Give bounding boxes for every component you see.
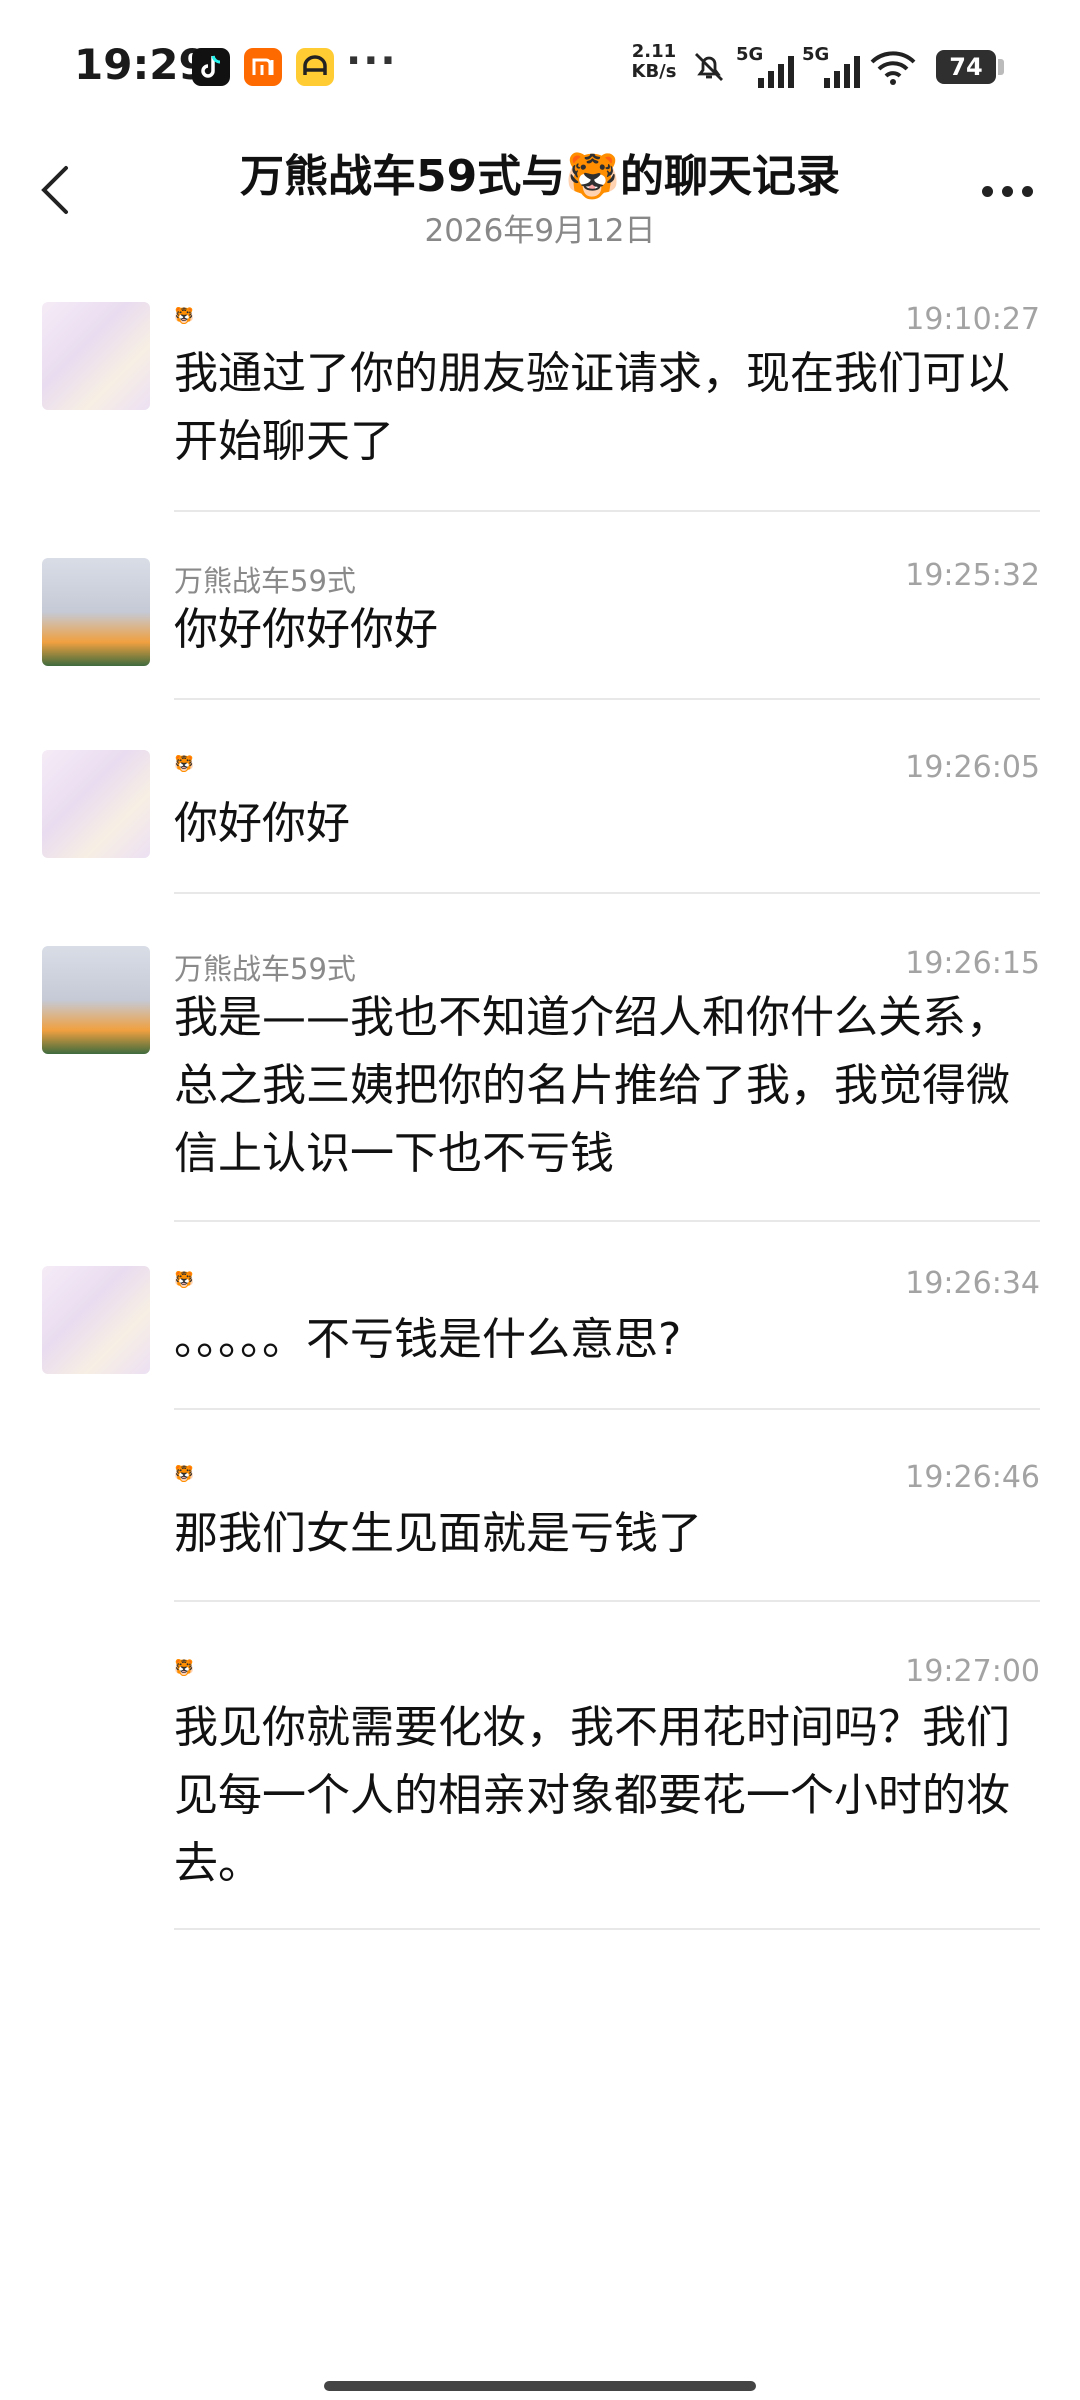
avatar[interactable] (42, 1266, 150, 1374)
battery-level: 74 (936, 50, 996, 84)
avatar[interactable] (42, 750, 150, 858)
message-time: 19:26:15 (905, 946, 1040, 981)
message-text: 那我们女生见面就是亏钱了 (174, 1508, 702, 1559)
sender-name: 🐯 (174, 1464, 194, 1483)
signal-1: 5G (736, 44, 796, 88)
message-time: 19:25:32 (905, 558, 1040, 593)
message-time: 19:26:05 (905, 750, 1040, 785)
page-title: 万熊战车59式与🐯的聊天记录 (239, 151, 840, 202)
signal-bars-icon (758, 56, 794, 88)
sender-name: 🐯 (174, 754, 194, 773)
more-notifications-icon: ··· (346, 38, 398, 84)
divider (174, 1928, 1040, 1930)
divider (174, 698, 1040, 700)
message-time: 19:26:34 (905, 1266, 1040, 1301)
battery-icon (998, 59, 1004, 75)
message-time: 19:10:27 (905, 302, 1040, 337)
sender-name: 🐯 (174, 306, 194, 325)
divider (174, 892, 1040, 894)
divider (174, 510, 1040, 512)
sender-name: 🐯 (174, 1658, 194, 1677)
message-text: 。。。。。不亏钱是什么意思? (174, 1314, 682, 1365)
divider (174, 1220, 1040, 1222)
chevron-left-icon (41, 166, 68, 214)
wifi-icon (868, 48, 918, 86)
message-text: 你好你好你好 (174, 604, 438, 655)
network-speed-value: 2.11 (631, 41, 677, 62)
signal-2: 5G (802, 44, 862, 88)
car-app-icon (296, 48, 334, 86)
message-time: 19:26:46 (905, 1460, 1040, 1495)
message-text: 你好你好 (174, 798, 350, 849)
message-time: 19:27:00 (905, 1654, 1040, 1689)
divider (174, 1408, 1040, 1410)
sender-name: 万熊战车59式 (174, 564, 356, 598)
back-button[interactable] (36, 160, 76, 220)
mi-icon (244, 48, 282, 86)
message-text: 我见你就需要化妆，我不用花时间吗？我们见每一个人的相亲对象都要花一个小时的妆去。 (174, 1702, 1010, 1889)
status-bar: 19:29 ··· 2.11 KB/s 5G 5G 74 (0, 0, 1080, 130)
signal-bars-icon (824, 56, 860, 88)
network-speed: 2.11 KB/s (626, 42, 682, 82)
avatar[interactable] (42, 302, 150, 410)
avatar[interactable] (42, 946, 150, 1054)
status-time: 19:29 (74, 40, 208, 89)
network-speed-unit: KB/s (631, 61, 677, 82)
tiktok-icon (192, 48, 230, 86)
more-options-button[interactable] (980, 180, 1036, 204)
mute-bell-icon (690, 48, 728, 86)
page-subtitle-date: 2026年9月12日 (424, 213, 656, 249)
avatar[interactable] (42, 558, 150, 666)
divider (174, 1600, 1040, 1602)
message-text: 我通过了你的朋友验证请求，现在我们可以开始聊天了 (174, 348, 1010, 467)
message-text: 我是——我也不知道介绍人和你什么关系，总之我三姨把你的名片推给了我，我觉得微信上… (174, 992, 1010, 1179)
home-indicator[interactable] (324, 2381, 756, 2391)
sender-name: 🐯 (174, 1270, 194, 1289)
sender-name: 万熊战车59式 (174, 952, 356, 986)
